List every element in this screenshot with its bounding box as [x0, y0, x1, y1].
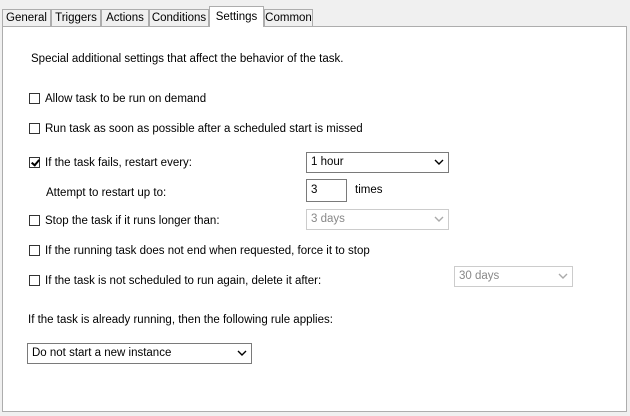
tab-strip: General Triggers Actions Conditions Sett… [0, 0, 630, 27]
tab-triggers[interactable]: Triggers [51, 9, 101, 26]
allow-on-demand-checkbox[interactable] [29, 93, 40, 104]
dropdown-arrow-icon [558, 273, 568, 279]
settings-panel: Special additional settings that affect … [2, 26, 627, 412]
restart-attempts-input[interactable]: 3 [306, 179, 347, 202]
delete-after-label: If the task is not scheduled to run agai… [45, 275, 322, 287]
delete-duration-select[interactable]: 30 days [454, 266, 573, 287]
run-asap-label: Run task as soon as possible after a sch… [45, 123, 363, 135]
rule-value: Do not start a new instance [32, 347, 172, 359]
rule-label: If the task is already running, then the… [28, 314, 333, 326]
allow-on-demand-label: Allow task to be run on demand [45, 93, 207, 105]
restart-attempts-label: Attempt to restart up to: [46, 187, 167, 199]
stop-if-longer-label: Stop the task if it runs longer than: [45, 215, 220, 227]
run-asap-checkbox[interactable] [29, 123, 40, 134]
tab-settings[interactable]: Settings [209, 6, 264, 27]
restart-on-fail-label: If the task fails, restart every: [45, 157, 192, 169]
restart-attempts-unit: times [355, 184, 383, 196]
dropdown-arrow-icon [237, 350, 247, 356]
restart-interval-value: 1 hour [311, 156, 344, 168]
stop-duration-value: 3 days [311, 213, 345, 225]
restart-attempts-value: 3 [311, 184, 318, 196]
tab-conditions[interactable]: Conditions [149, 9, 209, 26]
tab-general[interactable]: General [2, 9, 51, 26]
force-stop-label: If the running task does not end when re… [45, 245, 370, 257]
delete-after-checkbox[interactable] [29, 275, 40, 286]
dropdown-arrow-icon [434, 216, 444, 222]
settings-intro: Special additional settings that affect … [31, 53, 344, 65]
stop-if-longer-checkbox[interactable] [29, 215, 40, 226]
tab-common[interactable]: Common [264, 9, 313, 26]
restart-interval-select[interactable]: 1 hour [306, 152, 449, 173]
stop-duration-select[interactable]: 3 days [306, 209, 449, 230]
restart-on-fail-checkbox[interactable] [29, 157, 40, 168]
dropdown-arrow-icon [434, 159, 444, 165]
tab-actions[interactable]: Actions [101, 9, 149, 26]
delete-duration-value: 30 days [459, 270, 500, 282]
force-stop-checkbox[interactable] [29, 245, 40, 256]
rule-select[interactable]: Do not start a new instance [27, 343, 252, 364]
